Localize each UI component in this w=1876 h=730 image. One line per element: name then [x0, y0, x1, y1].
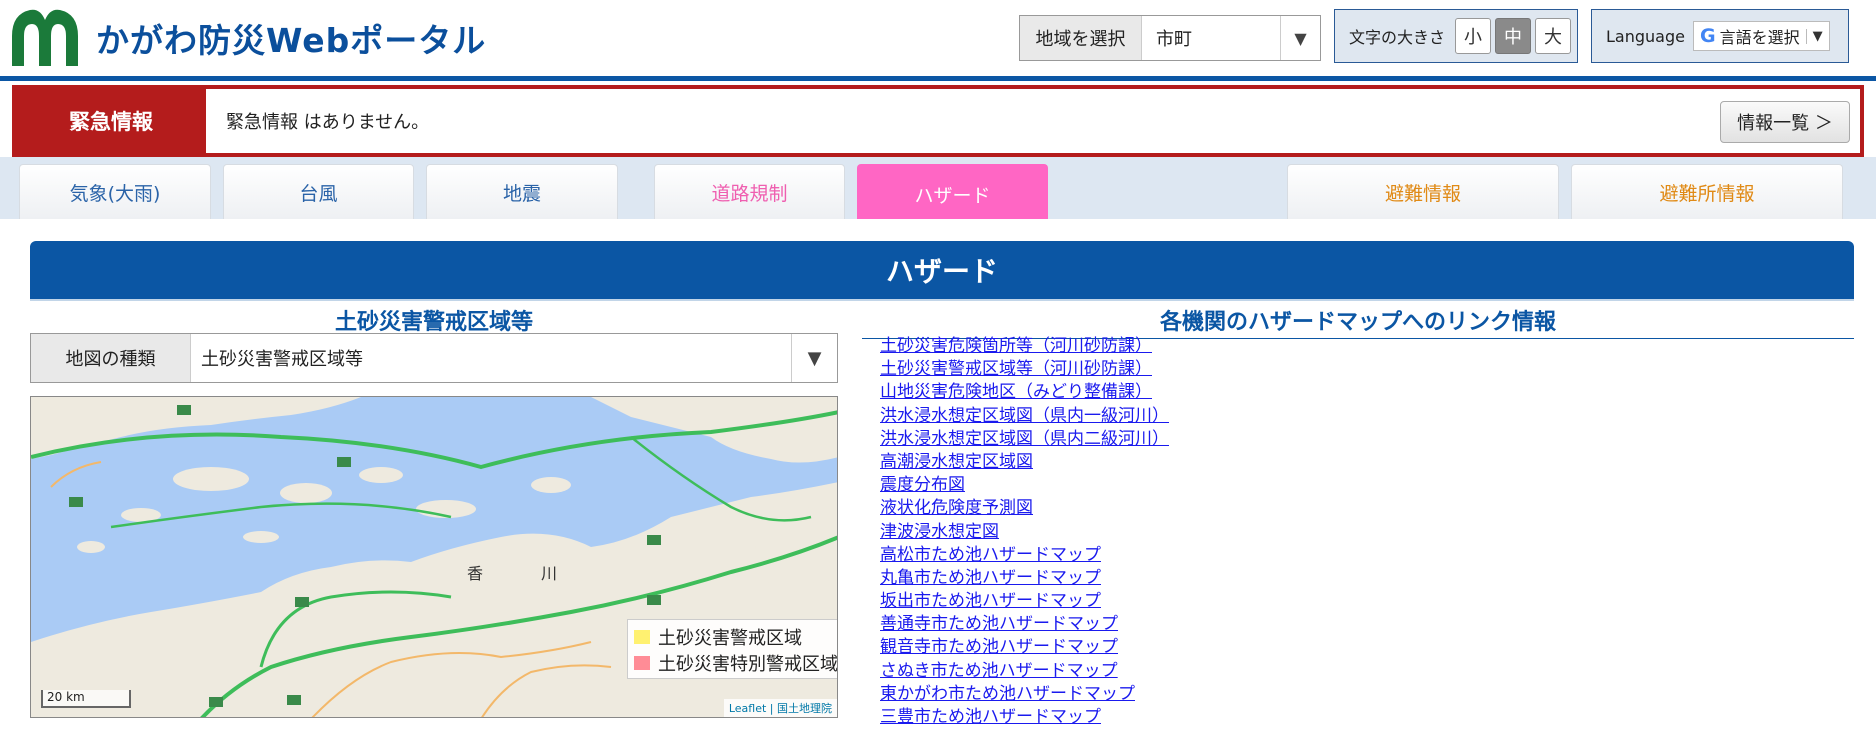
- hazard-link[interactable]: 山地災害危険地区（みどり整備課）: [880, 382, 1152, 402]
- font-size-small-button[interactable]: 小: [1455, 18, 1492, 54]
- tab-typhoon[interactable]: 台風: [223, 164, 414, 219]
- legend-swatch-yellow: [634, 630, 650, 644]
- emergency-info-bar: 緊急情報 緊急情報 はありません。 情報一覧 ＞: [12, 85, 1864, 157]
- list-item: 高松市ため池ハザードマップ: [880, 544, 1169, 567]
- font-size-medium-button[interactable]: 中: [1495, 18, 1532, 54]
- list-item: 土砂災害危険箇所等（河川砂防課）: [880, 335, 1169, 358]
- info-list-button[interactable]: 情報一覧 ＞: [1720, 101, 1850, 143]
- legend-item: 土砂災害警戒区域: [634, 624, 837, 650]
- hazard-link[interactable]: さぬき市ため池ハザードマップ: [880, 661, 1118, 681]
- list-item: 善通寺市ため池ハザードマップ: [880, 613, 1169, 636]
- tab-evacuation-info[interactable]: 避難情報: [1287, 164, 1559, 219]
- legend-label: 土砂災害警戒区域: [658, 628, 802, 649]
- section-heading: ハザード: [30, 241, 1854, 299]
- hazard-link[interactable]: 観音寺市ため池ハザードマップ: [880, 637, 1118, 657]
- list-item: 山地災害危険地区（みどり整備課）: [880, 381, 1169, 404]
- emergency-label: 緊急情報: [16, 89, 206, 153]
- font-size-large-button[interactable]: 大: [1535, 18, 1572, 54]
- language-control: Language G 言語を選択 ▼: [1591, 9, 1849, 63]
- map-type-value[interactable]: 土砂災害警戒区域等: [191, 334, 791, 382]
- list-item: 坂出市ため池ハザードマップ: [880, 590, 1169, 613]
- map-legend: 土砂災害警戒区域 土砂災害特別警戒区域 ▲▼: [627, 619, 838, 679]
- hazard-link[interactable]: 洪水浸水想定区域図（県内一級河川）: [880, 406, 1169, 426]
- legend-swatch-pink: [634, 656, 650, 670]
- tab-earthquake[interactable]: 地震: [426, 164, 618, 219]
- language-select[interactable]: G 言語を選択 ▼: [1692, 21, 1830, 51]
- map-type-label: 地図の種類: [31, 334, 191, 382]
- map-type-select[interactable]: 地図の種類 土砂災害警戒区域等 ▼: [30, 333, 838, 383]
- hazard-link[interactable]: 丸亀市ため池ハザードマップ: [880, 568, 1101, 588]
- map-label-ka: 香: [467, 564, 483, 583]
- list-item: 津波浸水想定図: [880, 521, 1169, 544]
- google-icon: G: [1699, 25, 1716, 47]
- dropdown-arrow-icon[interactable]: ▼: [791, 334, 837, 382]
- list-item: 三豊市ため池ハザードマップ: [880, 706, 1169, 729]
- hazard-link[interactable]: 津波浸水想定図: [880, 522, 999, 542]
- kagawa-logo[interactable]: [10, 6, 80, 68]
- region-select-value[interactable]: 市町: [1142, 16, 1280, 60]
- region-select[interactable]: 地域を選択 市町 ▼: [1019, 15, 1321, 61]
- list-item: 震度分布図: [880, 474, 1169, 497]
- list-item: 洪水浸水想定区域図（県内二級河川）: [880, 428, 1169, 451]
- hazard-link[interactable]: 土砂災害警戒区域等（河川砂防課）: [880, 359, 1152, 379]
- map-label-gawa: 川: [541, 564, 557, 583]
- legend-label: 土砂災害特別警戒区域: [658, 654, 838, 675]
- hazard-map[interactable]: 香 川 土砂災害警戒区域 土砂災害特別警戒区域 ▲▼ 20 km Leaflet…: [30, 396, 838, 718]
- list-item: 高潮浸水想定区域図: [880, 451, 1169, 474]
- map-scale: 20 km: [41, 690, 131, 708]
- font-size-label: 文字の大きさ: [1349, 28, 1446, 47]
- language-select-value: 言語を選択: [1719, 28, 1800, 47]
- dropdown-arrow-icon: ▼: [1805, 28, 1823, 44]
- list-item: 観音寺市ため池ハザードマップ: [880, 636, 1169, 659]
- tab-road-closure[interactable]: 道路規制: [654, 164, 845, 219]
- hazard-link[interactable]: 三豊市ため池ハザードマップ: [880, 707, 1101, 727]
- site-title[interactable]: かがわ防災Webポータル: [96, 14, 486, 62]
- legend-item: 土砂災害特別警戒区域: [634, 650, 838, 676]
- map-attribution[interactable]: Leaflet | 国土地理院: [723, 699, 837, 717]
- list-item: 東かがわ市ため池ハザードマップ: [880, 683, 1169, 706]
- list-item: 液状化危険度予測図: [880, 497, 1169, 520]
- hazard-link[interactable]: 高松市ため池ハザードマップ: [880, 545, 1101, 565]
- list-item: 土砂災害警戒区域等（河川砂防課）: [880, 358, 1169, 381]
- tab-hazard[interactable]: ハザード: [857, 164, 1048, 223]
- language-label: Language: [1606, 26, 1685, 46]
- tab-weather[interactable]: 気象(大雨): [19, 164, 211, 219]
- hazard-link[interactable]: 洪水浸水想定区域図（県内二級河川）: [880, 429, 1169, 449]
- list-item: 丸亀市ため池ハザードマップ: [880, 567, 1169, 590]
- tab-shelter-info[interactable]: 避難所情報: [1571, 164, 1843, 219]
- region-select-label: 地域を選択: [1020, 16, 1142, 60]
- hazard-link[interactable]: 液状化危険度予測図: [880, 498, 1033, 518]
- site-header: かがわ防災Webポータル 地域を選択 市町 ▼ 文字の大きさ 小 中 大 Lan…: [0, 0, 1876, 76]
- section-divider: [30, 299, 1854, 301]
- list-item: 洪水浸水想定区域図（県内一級河川）: [880, 405, 1169, 428]
- font-size-control: 文字の大きさ 小 中 大: [1334, 9, 1578, 63]
- hazard-link-list: 土砂災害危険箇所等（河川砂防課） 土砂災害警戒区域等（河川砂防課） 山地災害危険…: [880, 335, 1169, 729]
- hazard-links-title: 各機関のハザードマップへのリンク情報: [862, 304, 1854, 339]
- hazard-link[interactable]: 東かがわ市ため池ハザードマップ: [880, 684, 1135, 704]
- dropdown-arrow-icon[interactable]: ▼: [1280, 16, 1320, 60]
- hazard-link[interactable]: 土砂災害危険箇所等（河川砂防課）: [880, 336, 1152, 356]
- emergency-message: 緊急情報 はありません。: [226, 112, 430, 133]
- hazard-link[interactable]: 高潮浸水想定区域図: [880, 452, 1033, 472]
- hazard-link[interactable]: 坂出市ため池ハザードマップ: [880, 591, 1101, 611]
- list-item: さぬき市ため池ハザードマップ: [880, 660, 1169, 683]
- hazard-link[interactable]: 震度分布図: [880, 475, 965, 495]
- hazard-link[interactable]: 善通寺市ため池ハザードマップ: [880, 614, 1118, 634]
- header-divider: [0, 76, 1876, 81]
